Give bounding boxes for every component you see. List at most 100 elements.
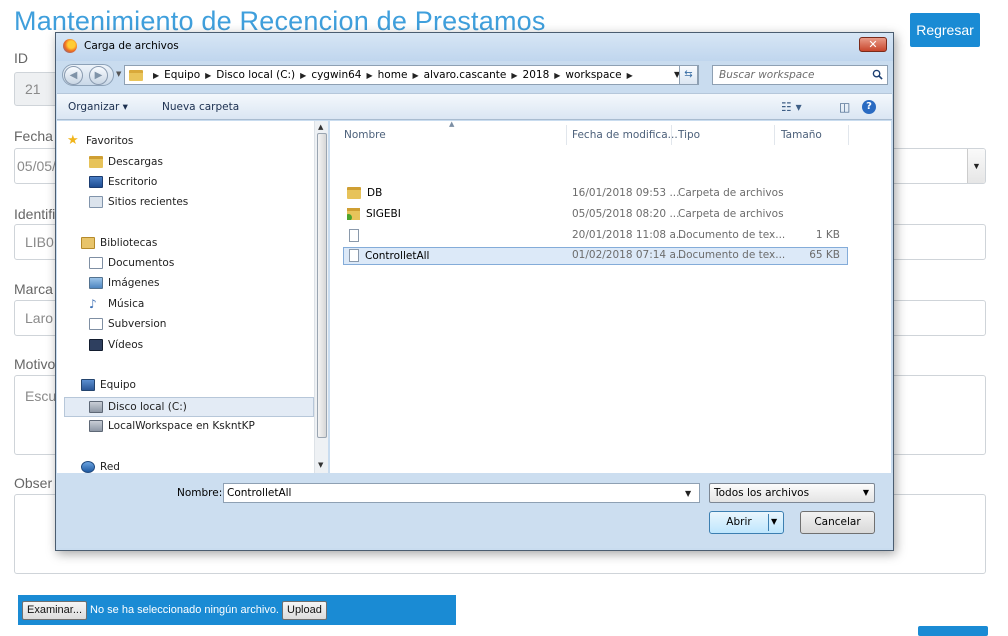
nav-item-videos[interactable]: Vídeos [89, 339, 143, 351]
nav-item-desktop[interactable]: Escritorio [89, 176, 157, 188]
drive-icon [89, 401, 103, 413]
file-name-text: SIGEBI [366, 208, 401, 220]
breadcrumb-item[interactable]: home [378, 69, 408, 81]
chevron-right-icon: ▶ [554, 70, 561, 80]
chevron-down-icon: ▼ [967, 149, 985, 183]
organize-menu[interactable]: Organizar ▾ [68, 101, 128, 113]
fecha-label: Fecha [14, 128, 53, 144]
scroll-up-icon[interactable]: ▲ [318, 123, 323, 131]
open-dropdown-icon[interactable]: ▼ [771, 517, 777, 526]
file-name-text: DB [367, 187, 383, 199]
file-dialog: Carga de archivos ✕ ◀ ▶ ▼ ▶ Equipo ▶ Dis… [55, 32, 894, 551]
help-icon[interactable]: ? [862, 100, 876, 114]
text-file-icon [349, 229, 359, 242]
identificador-value: LIB0 [25, 234, 54, 250]
nav-item-libraries[interactable]: Bibliotecas [81, 237, 157, 249]
forward-arrow-icon[interactable]: ▶ [89, 66, 108, 85]
column-header-type[interactable]: Tipo [678, 129, 700, 141]
nav-item-recent[interactable]: Sitios recientes [89, 196, 188, 208]
submit-button[interactable] [918, 626, 988, 636]
file-modified: 01/02/2018 07:14 a... [572, 249, 686, 261]
breadcrumb-item[interactable]: alvaro.cascante [424, 69, 507, 81]
nav-item-local-workspace[interactable]: LocalWorkspace en KskntKP [89, 420, 255, 432]
column-header-size[interactable]: Tamaño [781, 129, 822, 141]
column-divider[interactable] [671, 125, 672, 145]
search-input[interactable]: Buscar workspace [712, 65, 888, 85]
dialog-title: Carga de archivos [84, 40, 179, 52]
nav-item-local-disk[interactable]: Disco local (C:) [64, 397, 314, 417]
file-row-selected[interactable]: ControlletAll 01/02/2018 07:14 a... Docu… [343, 247, 848, 265]
upload-button[interactable]: Upload [282, 600, 327, 620]
nav-scrollbar[interactable]: ▲ ▼ [314, 121, 328, 473]
address-row: ◀ ▶ ▼ ▶ Equipo ▶ Disco local (C:) ▶ cygw… [62, 64, 888, 86]
firefox-icon [63, 39, 77, 53]
nav-label: LocalWorkspace en KskntKP [108, 420, 255, 432]
file-modified: 05/05/2018 08:20 ... [572, 208, 680, 220]
motivo-placeholder: Escu [25, 388, 57, 404]
column-header-modified[interactable]: Fecha de modifica... [572, 129, 678, 141]
chevron-right-icon: ▶ [412, 70, 419, 80]
nav-item-downloads[interactable]: Descargas [89, 156, 163, 168]
nav-label: Equipo [100, 379, 136, 391]
open-button[interactable]: Abrir ▼ [709, 511, 784, 534]
file-size: 1 KB [815, 229, 840, 241]
nav-item-music[interactable]: ♪ Música [89, 298, 144, 310]
column-divider[interactable] [774, 125, 775, 145]
file-name: DB [347, 187, 382, 199]
chevron-right-icon: ▶ [300, 70, 307, 80]
preview-pane-icon[interactable]: ◫ [839, 100, 850, 114]
filter-value: Todos los archivos [714, 487, 810, 499]
breadcrumb-item[interactable]: Equipo [164, 69, 200, 81]
nav-item-network[interactable]: Red [81, 461, 120, 473]
file-modified: 16/01/2018 09:53 ... [572, 187, 680, 199]
folder-icon [347, 187, 361, 199]
fecha-value: 05/05/ [17, 158, 56, 174]
breadcrumb-item[interactable]: 2018 [523, 69, 550, 81]
desktop-icon [89, 176, 103, 188]
column-divider[interactable] [848, 125, 849, 145]
view-options-icon[interactable]: ☷ ▾ [781, 100, 802, 114]
history-dropdown-icon[interactable]: ▼ [116, 70, 121, 78]
breadcrumb-item[interactable]: cygwin64 [311, 69, 361, 81]
search-placeholder: Buscar workspace [719, 69, 815, 81]
search-icon[interactable] [872, 69, 883, 80]
navigation-pane: ★ Favoritos Descargas Escritorio Sitios r… [57, 121, 328, 473]
breadcrumb-item[interactable]: workspace [565, 69, 621, 81]
scroll-down-icon[interactable]: ▼ [318, 461, 323, 469]
file-type-filter[interactable]: Todos los archivos ▼ [709, 483, 875, 503]
downloads-folder-icon [89, 156, 103, 168]
nav-label: Disco local (C:) [108, 401, 187, 413]
new-folder-button[interactable]: Nueva carpeta [162, 101, 239, 113]
star-icon: ★ [67, 133, 79, 148]
refresh-icon[interactable]: ⇆ [679, 65, 698, 85]
file-row[interactable]: DB 16/01/2018 09:53 ... Carpeta de archi… [343, 185, 848, 203]
column-header-name[interactable]: Nombre [344, 129, 386, 141]
nav-item-images[interactable]: Imágenes [89, 277, 159, 289]
file-list: ▲ Nombre Fecha de modifica... Tipo Tamañ… [330, 121, 891, 473]
back-arrow-icon[interactable]: ◀ [64, 66, 83, 85]
chevron-right-icon: ▶ [153, 70, 160, 80]
nav-item-documents[interactable]: Documentos [89, 257, 174, 269]
filename-dropdown-icon[interactable]: ▼ [685, 489, 691, 498]
back-button[interactable]: Regresar [910, 13, 980, 47]
close-button[interactable]: ✕ [859, 37, 887, 52]
breadcrumb-item[interactable]: Disco local (C:) [216, 69, 295, 81]
browse-button[interactable]: Examinar... [22, 600, 88, 620]
filename-input[interactable]: ControlletAll [223, 483, 700, 503]
nav-item-favorites[interactable]: ★ Favoritos [67, 133, 133, 148]
dialog-titlebar[interactable]: Carga de archivos ✕ [56, 33, 893, 61]
synced-folder-icon [347, 208, 360, 220]
dialog-toolbar: Organizar ▾ Nueva carpeta ☷ ▾ ◫ ? [57, 93, 892, 120]
cancel-button[interactable]: Cancelar [800, 511, 875, 534]
nav-label: Vídeos [108, 339, 144, 351]
nav-item-subversion[interactable]: Subversion [89, 318, 166, 330]
nav-item-computer[interactable]: Equipo [81, 379, 136, 391]
address-bar[interactable]: ▶ Equipo ▶ Disco local (C:) ▶ cygwin64 ▶… [124, 65, 699, 85]
file-row[interactable]: 20/01/2018 11:08 a... Documento de tex..… [343, 227, 848, 245]
scrollbar-thumb[interactable] [317, 133, 327, 438]
file-type: Carpeta de archivos [678, 208, 784, 220]
column-divider[interactable] [566, 125, 567, 145]
marca-value: Laro [25, 310, 54, 326]
file-row[interactable]: SIGEBI 05/05/2018 08:20 ... Carpeta de a… [343, 206, 848, 224]
nav-buttons: ◀ ▶ [62, 64, 114, 86]
